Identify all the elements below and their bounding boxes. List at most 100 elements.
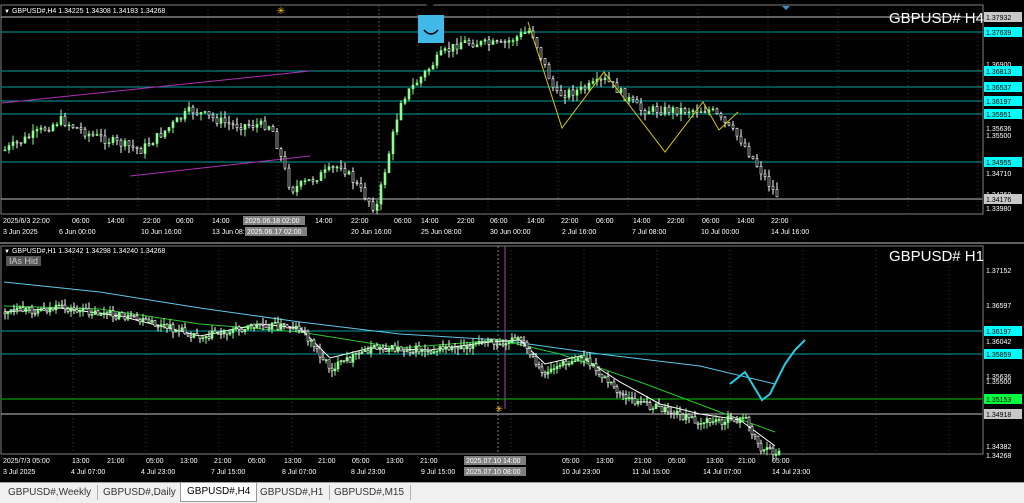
candle-body [203, 111, 207, 113]
h1-chart-pane[interactable]: 1.37152 1.36597 1.36197 1.36042 1.35859 1.356… [0, 244, 1024, 482]
candle-body [407, 88, 411, 100]
candle-body [39, 308, 43, 311]
candle-body [631, 96, 635, 101]
candle-body [51, 307, 55, 311]
chart-tab[interactable]: GBPUSD#,H4 [180, 483, 258, 502]
collapse-triangle-icon[interactable]: ▼ [4, 249, 10, 255]
candle-body [575, 89, 579, 96]
candle-body [627, 96, 631, 102]
candle-body [743, 142, 747, 147]
candle-body [105, 312, 109, 315]
time-label: 13:00 [386, 458, 404, 465]
candle-body [479, 40, 483, 46]
candle-body [171, 121, 175, 128]
candle-body [279, 323, 283, 330]
candle-body [579, 86, 583, 91]
candle-body [267, 126, 271, 130]
time-label: 8 Jul 23:00 [351, 469, 385, 476]
candle-body [39, 127, 43, 130]
candle-body [537, 364, 541, 368]
price-label: 1.35636 [986, 126, 1011, 133]
candle-body [294, 325, 298, 330]
candle-body [411, 352, 415, 354]
indicator-label[interactable]: IAs Hid [6, 256, 42, 266]
candle-body [36, 310, 40, 314]
candle-body [767, 176, 771, 187]
time-label: 21:00 [318, 458, 336, 465]
candle-body [753, 433, 757, 437]
candle-body [471, 343, 475, 349]
chart-tab[interactable]: GBPUSD#,Daily [97, 485, 183, 500]
price-label: 1.34268 [986, 453, 1011, 460]
candle-body [336, 361, 340, 370]
candle-body [227, 122, 231, 125]
candle-body [708, 418, 712, 423]
candle-body [633, 398, 637, 405]
collapse-triangle-icon[interactable]: ▼ [4, 9, 10, 15]
chart-tab[interactable]: GBPUSD#,H1 [254, 485, 331, 500]
candle-body [285, 324, 289, 329]
chart-tab[interactable]: GBPUSD#,M15 [328, 485, 412, 500]
candle-body [99, 134, 103, 137]
h4-chart-canvas[interactable]: 1.379321.376391.369001.368131.365371.361… [0, 0, 1024, 242]
price-label: 1.35500 [986, 379, 1011, 386]
candle-body [561, 360, 565, 366]
candle-body [138, 319, 142, 323]
candle-body [691, 110, 695, 113]
candle-body [750, 426, 754, 435]
candle-body [300, 330, 304, 332]
chart-tab[interactable]: GBPUSD#,Weekly [2, 485, 99, 500]
candle-body [447, 346, 451, 351]
candle-body [603, 77, 607, 81]
candle-body [63, 304, 67, 310]
candle-body [723, 116, 727, 123]
candle-body [348, 357, 352, 363]
candle-body [583, 86, 587, 90]
candle-body [259, 120, 263, 125]
candle-body [741, 417, 745, 419]
candle-body [103, 135, 107, 144]
price-label: 1.34710 [986, 171, 1011, 178]
time-label: 14 Jul 07:00 [703, 469, 741, 476]
h1-chart-canvas[interactable]: 1.371521.365971.361971.360421.358591.356… [0, 244, 1024, 482]
candle-body [261, 324, 265, 326]
candle-body [683, 108, 687, 113]
candle-body [59, 115, 63, 125]
candle-body [303, 330, 307, 332]
candle-body [155, 133, 159, 144]
candle-body [751, 155, 755, 160]
candle-body [339, 166, 343, 169]
candle-body [295, 185, 299, 193]
candle-body [573, 360, 577, 363]
candle-body [477, 340, 481, 344]
candle-body [351, 171, 355, 183]
candle-body [51, 124, 55, 132]
chart-bg [0, 0, 1024, 242]
candle-body [463, 40, 467, 43]
price-label: 1.35500 [986, 133, 1011, 140]
candle-body [513, 337, 517, 341]
candle-body [359, 183, 363, 188]
candle-body [177, 329, 181, 332]
candle-body [192, 333, 196, 338]
time-label: 22:00 [561, 218, 579, 225]
price-label: 1.36197 [986, 99, 1011, 106]
candle-body [705, 418, 709, 423]
candle-body [775, 189, 779, 198]
candle-body [618, 392, 622, 395]
candle-body [624, 394, 628, 399]
candle-body [183, 110, 187, 120]
time-label: 14:00 [527, 218, 545, 225]
candle-body [315, 180, 319, 182]
candle-body [375, 203, 379, 211]
candle-body [679, 108, 683, 115]
candle-body [83, 128, 87, 137]
candle-body [363, 350, 367, 353]
candle-body [331, 166, 335, 169]
candle-body [723, 422, 727, 425]
h4-chart-pane[interactable]: 1.37932 1.37639 1.36900 1.36813 1.36537 1.361… [0, 0, 1024, 242]
candle-body [681, 414, 685, 420]
candle-body [378, 346, 382, 350]
candle-body [186, 333, 190, 337]
candle-body [324, 359, 328, 361]
